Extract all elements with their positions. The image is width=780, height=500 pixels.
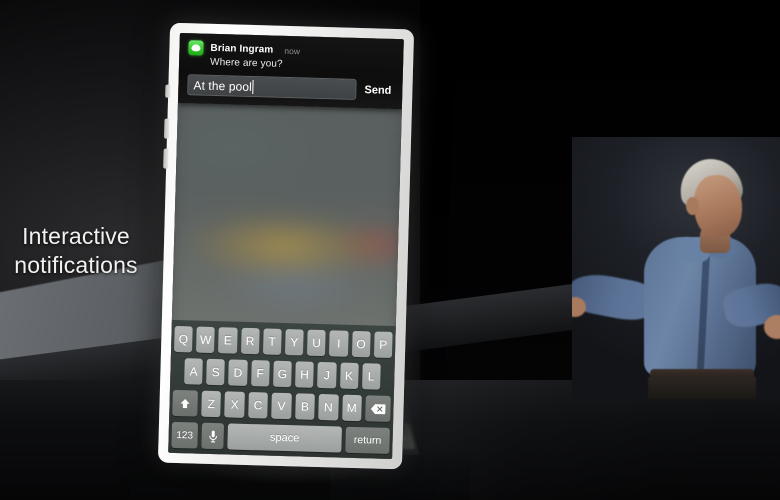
presentation-slide: Interactive notifications Q W E R T Y bbox=[0, 0, 780, 500]
key-g[interactable]: G bbox=[272, 360, 292, 388]
key-i[interactable]: I bbox=[329, 330, 349, 357]
key-t[interactable]: T bbox=[262, 328, 282, 355]
iphone-device: Brian Ingram now Where are you? At the p… bbox=[157, 22, 415, 470]
key-o[interactable]: O bbox=[351, 330, 371, 358]
volume-down-button[interactable] bbox=[163, 148, 169, 169]
key-n[interactable]: N bbox=[318, 393, 339, 421]
return-key[interactable]: return bbox=[345, 426, 390, 454]
text-caret bbox=[252, 79, 255, 94]
shift-icon[interactable] bbox=[172, 389, 198, 417]
notification-sender: Brian Ingram bbox=[210, 42, 274, 56]
quick-reply-row: At the pool Send bbox=[187, 74, 394, 101]
keyboard-row-3: Z X C V B N M bbox=[172, 389, 391, 422]
key-c[interactable]: C bbox=[248, 392, 269, 419]
keyboard-row-2: A S D F G H J K L bbox=[173, 358, 392, 390]
backspace-icon[interactable] bbox=[365, 395, 391, 422]
caption-line-1: Interactive bbox=[22, 223, 130, 249]
key-m[interactable]: M bbox=[341, 394, 362, 422]
presenter-video bbox=[572, 137, 780, 399]
space-key[interactable]: space bbox=[227, 423, 342, 453]
key-u[interactable]: U bbox=[307, 329, 327, 357]
key-j[interactable]: J bbox=[317, 361, 337, 389]
key-s[interactable]: S bbox=[206, 358, 226, 386]
messages-icon bbox=[188, 40, 204, 56]
key-z[interactable]: Z bbox=[201, 390, 222, 418]
send-button[interactable]: Send bbox=[364, 84, 393, 97]
key-x[interactable]: X bbox=[224, 391, 245, 418]
keyboard-row-1: Q W E R T Y U I O P bbox=[173, 325, 393, 359]
slide-caption: Interactive notifications bbox=[0, 222, 152, 280]
key-d[interactable]: D bbox=[228, 359, 248, 386]
reply-input-value: At the pool bbox=[193, 77, 253, 94]
notification-banner[interactable]: Brian Ingram now Where are you? At the p… bbox=[177, 32, 404, 110]
key-y[interactable]: Y bbox=[284, 329, 304, 356]
key-r[interactable]: R bbox=[240, 327, 260, 355]
keyboard-row-4: 123 space return bbox=[171, 421, 390, 454]
key-k[interactable]: K bbox=[339, 362, 359, 390]
notification-timestamp: now bbox=[284, 45, 301, 56]
key-b[interactable]: B bbox=[294, 393, 316, 420]
key-p[interactable]: P bbox=[373, 331, 393, 359]
key-v[interactable]: V bbox=[271, 392, 292, 420]
caption-line-2: notifications bbox=[14, 251, 138, 278]
key-l[interactable]: L bbox=[361, 363, 381, 390]
key-h[interactable]: H bbox=[295, 361, 315, 388]
numeric-key[interactable]: 123 bbox=[171, 421, 199, 449]
iphone-screen: Brian Ingram now Where are you? At the p… bbox=[168, 32, 404, 460]
silent-switch[interactable] bbox=[165, 84, 171, 98]
presenter-ear bbox=[686, 197, 699, 215]
key-q[interactable]: Q bbox=[173, 325, 193, 353]
microphone-icon[interactable] bbox=[201, 422, 225, 450]
reply-input[interactable]: At the pool bbox=[187, 74, 357, 100]
key-f[interactable]: F bbox=[250, 360, 270, 387]
key-e[interactable]: E bbox=[218, 327, 238, 354]
presenter-trousers bbox=[648, 377, 756, 399]
key-a[interactable]: A bbox=[184, 358, 204, 385]
volume-up-button[interactable] bbox=[163, 118, 170, 139]
onscreen-keyboard: Q W E R T Y U I O P A S D F G H J K L Z … bbox=[168, 319, 396, 460]
key-w[interactable]: W bbox=[196, 326, 216, 354]
